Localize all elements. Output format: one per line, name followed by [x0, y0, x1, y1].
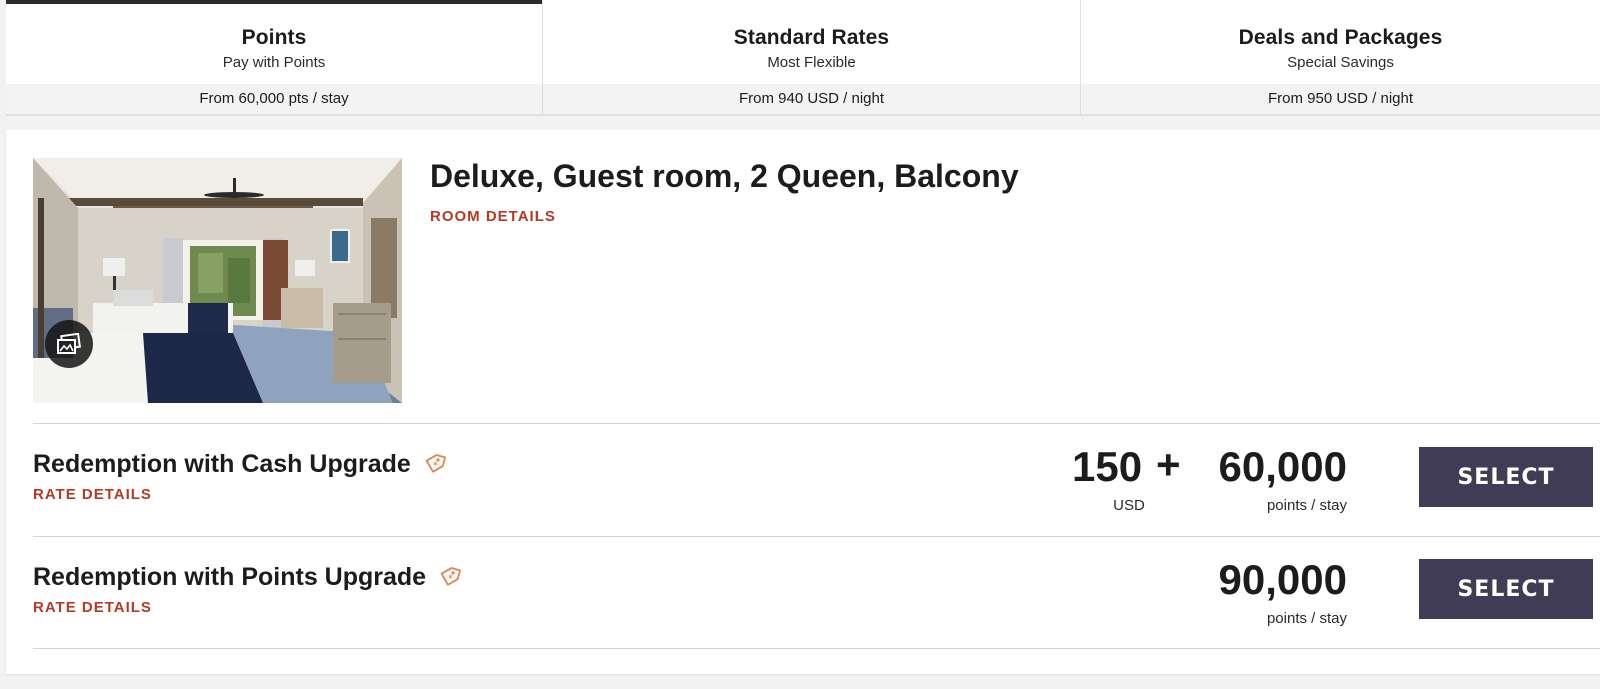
tab-price: From 60,000 pts / stay	[6, 84, 542, 114]
tab-title: Standard Rates	[733, 26, 890, 49]
tab-price: From 950 USD / night	[1081, 84, 1600, 114]
tag-icon: *	[438, 565, 462, 596]
rate-name: Redemption with Points Upgrade *	[33, 559, 462, 596]
plus-sign: +	[1156, 441, 1181, 488]
cash-amount: 150	[1072, 443, 1143, 490]
select-button[interactable]: SELECT	[1419, 447, 1593, 507]
tab-subtitle: Most Flexible	[767, 54, 856, 71]
tabs-divider	[6, 114, 1600, 116]
rate-name: Redemption with Cash Upgrade *	[33, 446, 447, 483]
points-unit: points / stay	[1266, 610, 1347, 627]
rate-row-cash-upgrade: Redemption with Cash Upgrade * RATE DETA…	[6, 424, 1600, 536]
tab-deals-and-packages[interactable]: Deals and Packages Special Savings From …	[1081, 0, 1600, 114]
divider	[33, 648, 1600, 649]
rate-name-label: Redemption with Points Upgrade	[33, 563, 427, 591]
tab-price: From 940 USD / night	[543, 84, 1080, 114]
points-amount: 60,000	[1218, 443, 1347, 490]
room-title: Deluxe, Guest room, 2 Queen, Balcony	[430, 158, 1019, 194]
tab-title: Deals and Packages	[1238, 26, 1443, 49]
svg-text:*: *	[433, 461, 438, 471]
room-photo-image	[33, 158, 402, 403]
rate-row-points-upgrade: Redemption with Points Upgrade * RATE DE…	[6, 537, 1600, 649]
photo-gallery-icon	[57, 333, 82, 354]
tab-title: Points	[241, 26, 307, 49]
room-details-link[interactable]: ROOM DETAILS	[430, 208, 556, 225]
rate-name-label: Redemption with Cash Upgrade	[33, 450, 411, 478]
room-photo[interactable]	[33, 158, 402, 403]
tab-standard-rates[interactable]: Standard Rates Most Flexible From 940 US…	[543, 0, 1081, 114]
rate-details-link[interactable]: RATE DETAILS	[33, 486, 152, 503]
tab-subtitle: Pay with Points	[222, 54, 326, 71]
tag-icon: *	[423, 452, 447, 483]
rate-details-link[interactable]: RATE DETAILS	[33, 599, 152, 616]
tab-subtitle: Special Savings	[1287, 54, 1394, 71]
rate-type-tabs: Points Pay with Points From 60,000 pts /…	[6, 0, 1600, 114]
points-unit: points / stay	[1266, 497, 1347, 514]
points-amount: 90,000	[1218, 556, 1347, 603]
svg-text:*: *	[448, 574, 453, 584]
photo-gallery-button[interactable]	[45, 320, 93, 368]
cash-unit: USD	[1113, 497, 1145, 514]
room-card: Deluxe, Guest room, 2 Queen, Balcony ROO…	[6, 130, 1600, 674]
tab-points[interactable]: Points Pay with Points From 60,000 pts /…	[6, 0, 543, 114]
select-button[interactable]: SELECT	[1419, 559, 1593, 619]
